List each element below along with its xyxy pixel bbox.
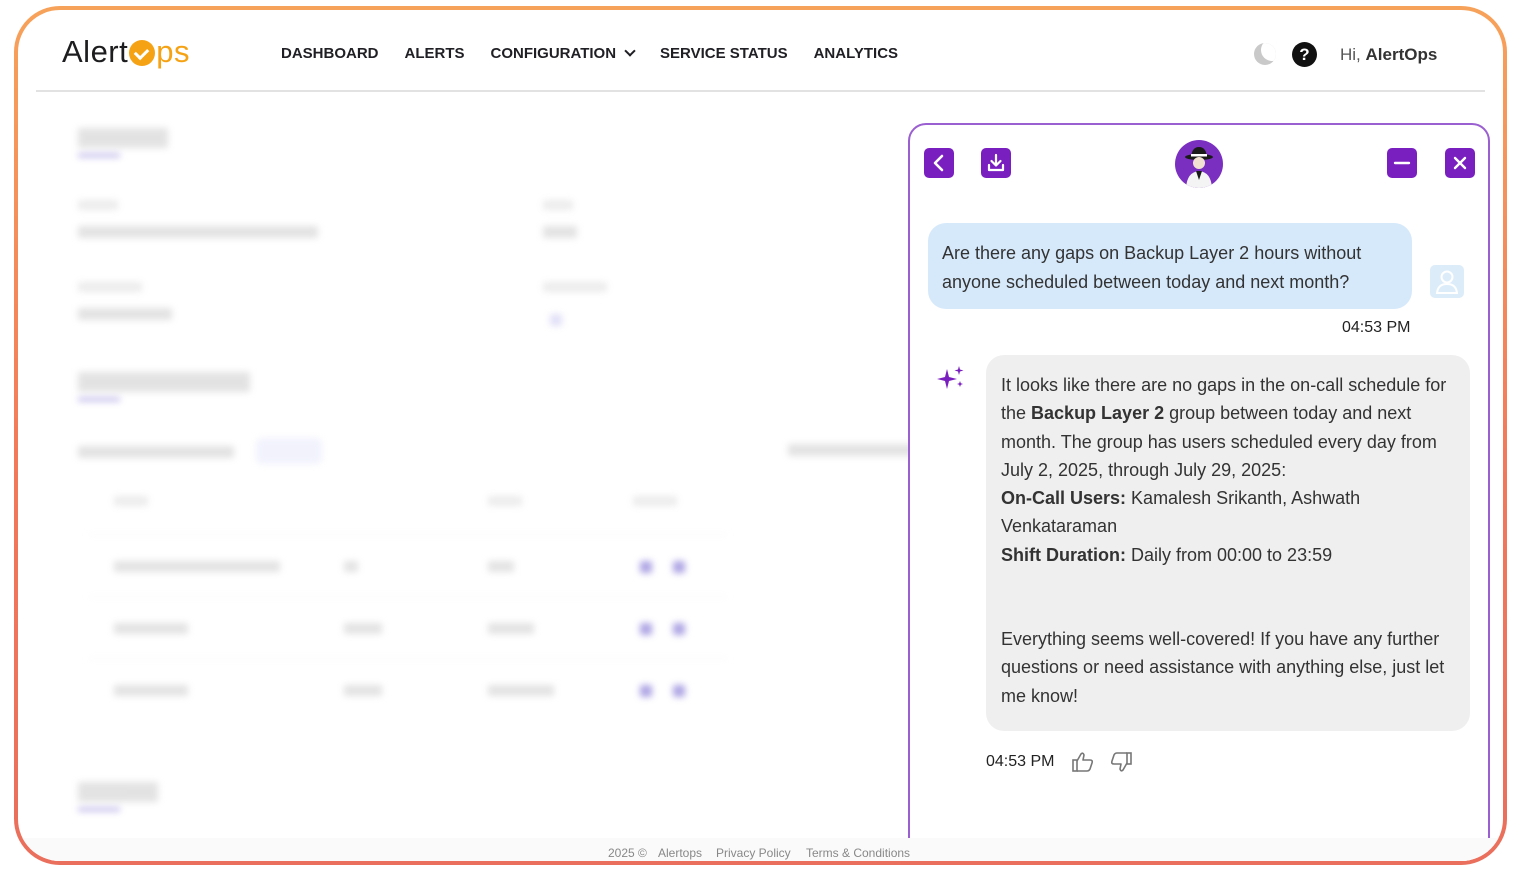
blurred-underline — [78, 808, 120, 811]
footer-company-link[interactable]: Alertops — [658, 846, 702, 860]
blurred-row — [88, 534, 728, 590]
nav-service-status[interactable]: SERVICE STATUS — [660, 45, 788, 62]
sparkle-icon — [936, 363, 966, 398]
blurred-heading — [78, 782, 158, 802]
greeting-prefix: Hi, — [1340, 45, 1366, 64]
blurred-value — [78, 226, 318, 238]
chevron-down-icon — [624, 45, 636, 57]
blurred-label — [78, 282, 142, 292]
blurred-settings-page — [58, 110, 918, 861]
nav-alerts[interactable]: ALERTS — [405, 45, 465, 62]
nav-configuration[interactable]: CONFIGURATION — [490, 45, 636, 62]
oncall-label: On-Call Users: — [1001, 488, 1127, 509]
help-icon[interactable]: ? — [1292, 42, 1317, 67]
blurred-heading — [78, 128, 168, 148]
assistant-avatar — [1175, 140, 1223, 188]
chat-assistant-panel: Are there any gaps on Backup Layer 2 hou… — [908, 123, 1490, 861]
footer-privacy-link[interactable]: Privacy Policy — [716, 846, 791, 860]
blurred-col-header — [488, 496, 522, 506]
detective-icon — [1185, 147, 1213, 188]
chevron-left-icon — [933, 154, 944, 172]
blurred-label — [78, 200, 118, 210]
bot-text-bold: Backup Layer 2 — [1031, 403, 1165, 424]
back-button[interactable] — [924, 148, 954, 178]
footer-copyright: 2025 © — [608, 846, 647, 860]
thumbs-down-icon[interactable] — [1108, 749, 1134, 775]
download-button[interactable] — [981, 148, 1011, 178]
blurred-value — [543, 226, 577, 238]
user-avatar-icon — [1430, 265, 1464, 298]
main-nav: DASHBOARD ALERTS CONFIGURATION SERVICE S… — [281, 45, 898, 62]
blurred-underline — [78, 154, 120, 157]
minus-icon — [1393, 161, 1411, 165]
assistant-message-bubble: It looks like there are no gaps in the o… — [986, 355, 1470, 731]
blurred-label — [788, 444, 918, 456]
download-icon — [987, 153, 1005, 172]
nav-dashboard[interactable]: DASHBOARD — [281, 45, 379, 62]
assistant-message-time: 04:53 PM — [986, 753, 1055, 770]
shift-label: Shift Duration: — [1001, 544, 1126, 565]
blurred-row — [88, 596, 728, 652]
blurred-label — [78, 446, 234, 458]
nav-analytics[interactable]: ANALYTICS — [814, 45, 898, 62]
blurred-row — [88, 658, 728, 714]
blurred-label — [543, 200, 573, 210]
close-button[interactable] — [1445, 148, 1475, 178]
logo-text-suffix: ps — [156, 34, 190, 69]
nav-configuration-label: CONFIGURATION — [490, 45, 617, 62]
window-frame: Alert ps DASHBOARD ALERTS CONFIGURATION S… — [14, 6, 1507, 865]
blurred-col-header — [633, 496, 677, 506]
clock-icon — [129, 40, 156, 66]
user-message-time: 04:53 PM — [1342, 319, 1411, 336]
blurred-col-header — [114, 496, 148, 506]
moon-icon[interactable] — [1254, 43, 1276, 65]
minimize-button[interactable] — [1387, 148, 1417, 178]
top-navbar: Alert ps DASHBOARD ALERTS CONFIGURATION S… — [18, 10, 1503, 92]
footer-terms-link[interactable]: Terms & Conditions — [806, 846, 910, 860]
thumbs-up-icon[interactable] — [1070, 749, 1096, 775]
user-name: AlertOps — [1365, 45, 1438, 64]
blurred-heading — [78, 372, 250, 392]
blurred-underline — [78, 398, 120, 401]
navbar-divider — [36, 90, 1485, 92]
user-greeting[interactable]: Hi, AlertOps — [1340, 45, 1437, 65]
shift-value: Daily from 00:00 to 23:59 — [1125, 544, 1333, 565]
page-footer: 2025 © Alertops Privacy Policy Terms & C… — [18, 838, 1503, 861]
blurred-checkbox — [550, 314, 562, 326]
logo-text: Alert — [62, 34, 129, 69]
blurred-value — [78, 308, 172, 320]
app-window: Alert ps DASHBOARD ALERTS CONFIGURATION S… — [18, 10, 1503, 861]
alertops-logo[interactable]: Alert ps — [62, 34, 190, 70]
user-message-bubble: Are there any gaps on Backup Layer 2 hou… — [928, 223, 1412, 309]
close-icon — [1453, 156, 1467, 170]
blurred-label — [543, 282, 607, 292]
bot-closing-text: Everything seems well-covered! If you ha… — [1001, 629, 1445, 706]
blurred-pill — [256, 438, 322, 464]
